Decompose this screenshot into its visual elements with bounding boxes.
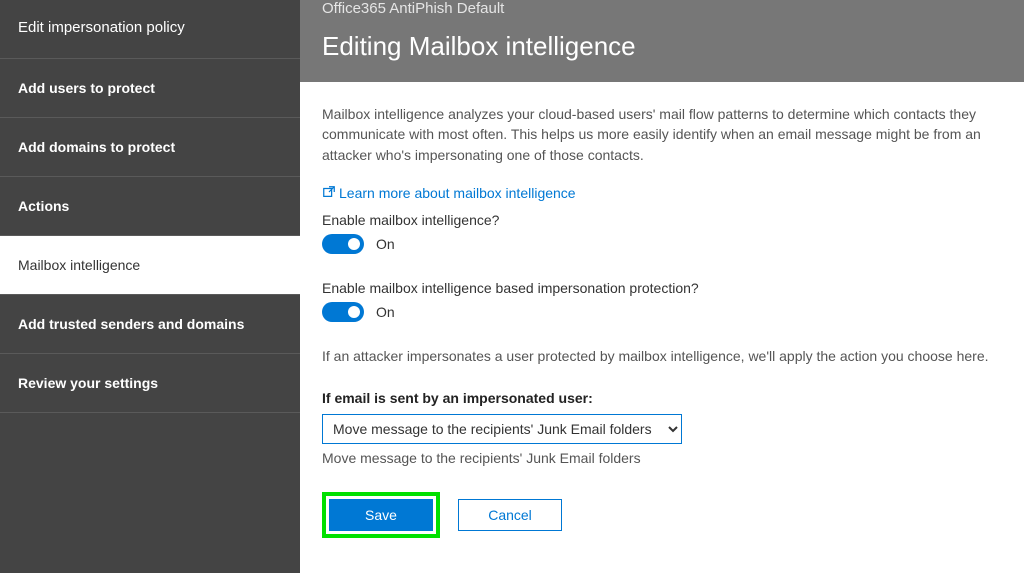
learn-more-link[interactable]: Learn more about mailbox intelligence xyxy=(322,185,576,202)
header-title: Editing Mailbox intelligence xyxy=(322,31,1002,62)
content: Mailbox intelligence analyzes your cloud… xyxy=(300,82,1024,538)
sidebar-item-actions[interactable]: Actions xyxy=(0,177,300,236)
header: Office365 AntiPhish Default Editing Mail… xyxy=(300,0,1024,82)
button-row: Save Cancel xyxy=(322,492,1002,538)
learn-more-text: Learn more about mailbox intelligence xyxy=(339,185,576,201)
sidebar-title: Edit impersonation policy xyxy=(0,0,300,59)
enable-mailbox-intelligence-toggle[interactable] xyxy=(322,234,364,254)
enable-impersonation-protection-toggle[interactable] xyxy=(322,302,364,322)
save-button[interactable]: Save xyxy=(329,499,433,531)
action-field-label: If email is sent by an impersonated user… xyxy=(322,390,1002,406)
description: Mailbox intelligence analyzes your cloud… xyxy=(322,104,1002,165)
sidebar-item-add-users[interactable]: Add users to protect xyxy=(0,59,300,118)
enable-mailbox-intelligence-label: Enable mailbox intelligence? xyxy=(322,212,1002,228)
enable-mailbox-intelligence-state: On xyxy=(376,236,395,252)
header-subtitle: Office365 AntiPhish Default xyxy=(322,0,1002,17)
main-panel: Office365 AntiPhish Default Editing Mail… xyxy=(300,0,1024,573)
action-hint: Move message to the recipients' Junk Ema… xyxy=(322,450,1002,466)
sidebar: Edit impersonation policy Add users to p… xyxy=(0,0,300,573)
sidebar-item-add-domains[interactable]: Add domains to protect xyxy=(0,118,300,177)
enable-impersonation-protection-state: On xyxy=(376,304,395,320)
impersonation-action-select[interactable]: Move message to the recipients' Junk Ema… xyxy=(322,414,682,444)
sidebar-item-mailbox-intelligence[interactable]: Mailbox intelligence xyxy=(0,236,300,295)
sidebar-item-review[interactable]: Review your settings xyxy=(0,354,300,413)
impersonation-info: If an attacker impersonates a user prote… xyxy=(322,348,1002,364)
save-highlight: Save xyxy=(322,492,440,538)
external-link-icon xyxy=(322,185,336,202)
cancel-button[interactable]: Cancel xyxy=(458,499,562,531)
enable-impersonation-protection-label: Enable mailbox intelligence based impers… xyxy=(322,280,1002,296)
sidebar-item-trusted-senders[interactable]: Add trusted senders and domains xyxy=(0,295,300,354)
